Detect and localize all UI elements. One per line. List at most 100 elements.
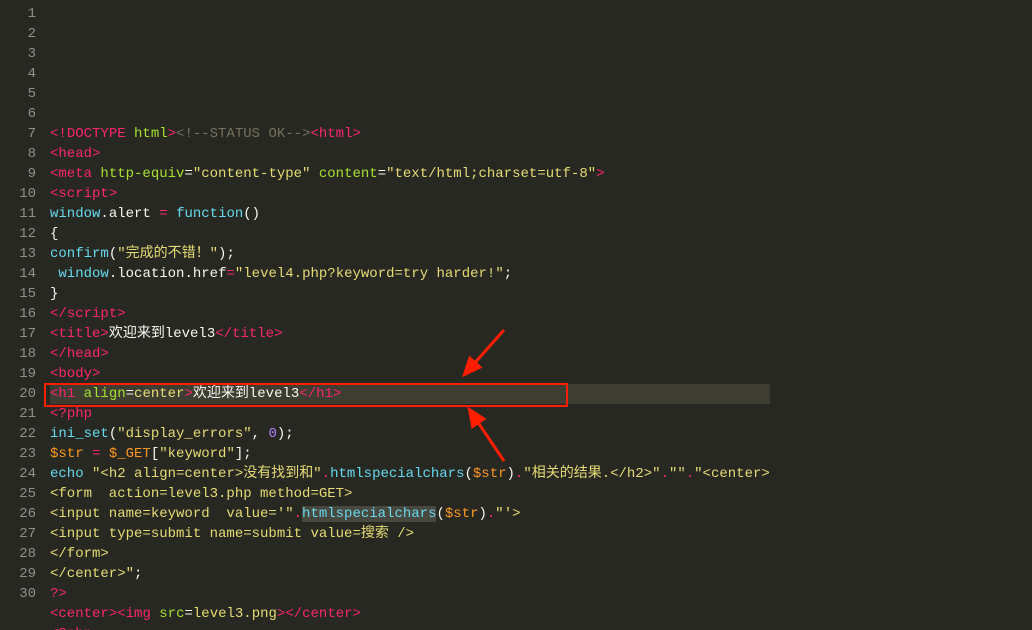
code-line[interactable]: <title>欢迎来到level3</title> <box>50 324 770 344</box>
token: src <box>159 606 184 622</box>
token: ( <box>109 246 117 262</box>
token: = <box>226 266 234 282</box>
token: href <box>193 266 227 282</box>
line-number: 27 <box>4 524 36 544</box>
token: h1 <box>58 386 75 402</box>
line-number: 25 <box>4 484 36 504</box>
token: <form action=level3.php method=GET> <box>50 486 352 502</box>
token: <? <box>50 626 67 630</box>
code-line[interactable]: <center><img src=level3.png></center> <box>50 604 770 624</box>
token: = <box>126 386 134 402</box>
token: window <box>58 266 108 282</box>
line-number: 12 <box>4 224 36 244</box>
token: <!--STATUS OK--> <box>176 126 310 142</box>
token: htmlspecialchars <box>330 466 464 482</box>
token: </ <box>50 306 67 322</box>
token: align <box>84 386 126 402</box>
token: </center>" <box>50 566 134 582</box>
token: title <box>232 326 274 342</box>
code-line[interactable]: </form> <box>50 544 770 564</box>
token: = <box>184 166 192 182</box>
token: > <box>117 306 125 322</box>
code-line[interactable]: </script> <box>50 304 770 324</box>
token <box>126 126 134 142</box>
token: ; <box>504 266 512 282</box>
code-line[interactable]: window.location.href="level4.php?keyword… <box>50 264 770 284</box>
token: script <box>58 186 108 202</box>
token: . <box>294 506 302 522</box>
token: </form> <box>50 546 109 562</box>
token: ( <box>436 506 444 522</box>
token: ; <box>226 246 234 262</box>
code-line[interactable]: <meta http-equiv="content-type" content=… <box>50 164 770 184</box>
token: head <box>58 146 92 162</box>
line-number: 20 <box>4 384 36 404</box>
code-line[interactable]: $str = $_GET["keyword"]; <box>50 444 770 464</box>
token: = <box>184 606 192 622</box>
code-line[interactable]: <input type=submit name=submit value=搜索 … <box>50 524 770 544</box>
token: "" <box>669 466 686 482</box>
token: "level4.php?keyword=try harder!" <box>235 266 504 282</box>
token: > <box>596 166 604 182</box>
code-line[interactable]: <input name=keyword value='".htmlspecial… <box>50 504 770 524</box>
token: 欢迎来到level3 <box>109 326 215 342</box>
code-line[interactable]: confirm("完成的不错！"); <box>50 244 770 264</box>
token: > <box>92 366 100 382</box>
code-line[interactable]: } <box>50 284 770 304</box>
token: = <box>159 206 167 222</box>
token: "'> <box>495 506 520 522</box>
line-number: 15 <box>4 284 36 304</box>
token: head <box>67 346 101 362</box>
code-line[interactable]: <?php <box>50 624 770 630</box>
token: () <box>243 206 260 222</box>
token: "text/html;charset=utf-8" <box>386 166 596 182</box>
token: "content-type" <box>193 166 311 182</box>
token <box>84 466 92 482</box>
token: body <box>58 366 92 382</box>
token: DOCTYPE <box>67 126 126 142</box>
token: 0 <box>268 426 276 442</box>
code-line[interactable]: </head> <box>50 344 770 364</box>
token: </ <box>299 386 316 402</box>
token: "<h2 align=center>没有找到和" <box>92 466 322 482</box>
line-number: 23 <box>4 444 36 464</box>
code-area[interactable]: <!DOCTYPE html><!--STATUS OK--><html><he… <box>44 0 770 630</box>
code-line[interactable]: <?php <box>50 404 770 424</box>
code-line[interactable]: <body> <box>50 364 770 384</box>
code-line[interactable]: { <box>50 224 770 244</box>
token: ) <box>478 506 486 522</box>
line-number: 30 <box>4 584 36 604</box>
token: , <box>252 426 269 442</box>
token: center <box>134 386 184 402</box>
token: http-equiv <box>100 166 184 182</box>
line-number: 26 <box>4 504 36 524</box>
code-line[interactable]: echo "<h2 align=center>没有找到和".htmlspecia… <box>50 464 770 484</box>
code-line[interactable]: <form action=level3.php method=GET> <box>50 484 770 504</box>
token: <input type=submit name=submit value=搜索 … <box>50 526 414 542</box>
line-number: 13 <box>4 244 36 264</box>
token: ( <box>464 466 472 482</box>
code-line[interactable]: <head> <box>50 144 770 164</box>
code-line[interactable]: <h1 align=center>欢迎来到level3</h1> <box>50 384 770 404</box>
token: content <box>319 166 378 182</box>
code-line[interactable]: <!DOCTYPE html><!--STATUS OK--><html> <box>50 124 770 144</box>
line-number-gutter: 1234567891011121314151617181920212223242… <box>0 0 44 630</box>
code-editor[interactable]: 1234567891011121314151617181920212223242… <box>0 0 1032 630</box>
code-line[interactable]: <script> <box>50 184 770 204</box>
token: ) <box>277 426 285 442</box>
token: title <box>58 326 100 342</box>
token: function <box>176 206 243 222</box>
token: > <box>184 386 192 402</box>
token: 欢迎来到level3 <box>193 386 299 402</box>
line-number: 6 <box>4 104 36 124</box>
code-line[interactable]: ?> <box>50 584 770 604</box>
token: > <box>168 126 176 142</box>
code-line[interactable]: </center>"; <box>50 564 770 584</box>
line-number: 11 <box>4 204 36 224</box>
line-number: 14 <box>4 264 36 284</box>
token: alert <box>109 206 151 222</box>
token: $_GET <box>109 446 151 462</box>
token: "keyword" <box>159 446 235 462</box>
code-line[interactable]: window.alert = function() <box>50 204 770 224</box>
code-line[interactable]: ini_set("display_errors", 0); <box>50 424 770 444</box>
